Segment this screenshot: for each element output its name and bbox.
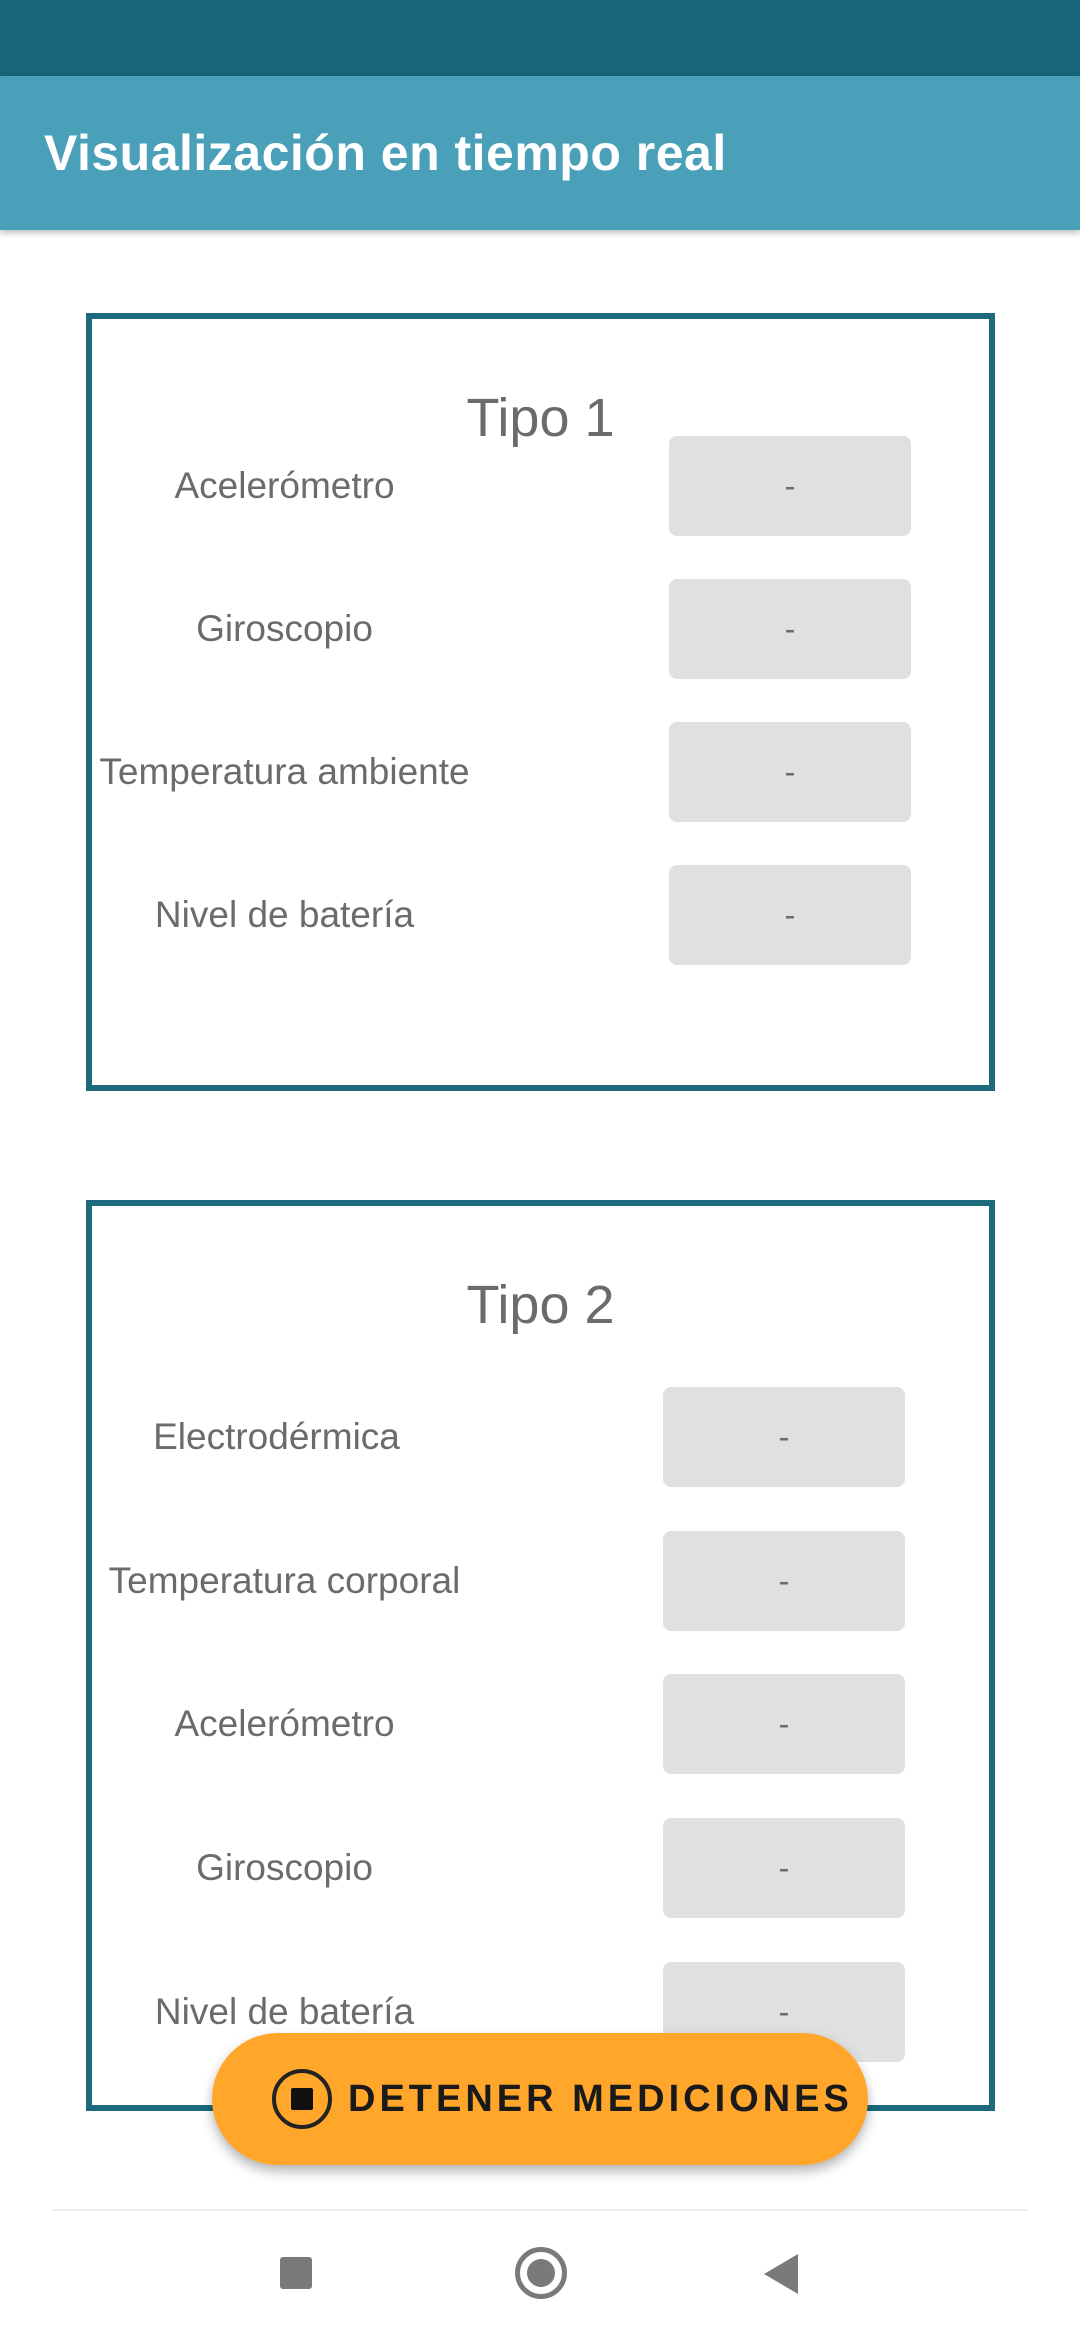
sensor-value: -	[669, 579, 911, 679]
card-title: Tipo 2	[466, 1275, 615, 1335]
sensor-value: -	[663, 1674, 905, 1774]
back-icon[interactable]	[764, 2254, 798, 2294]
app-bar: Visualización en tiempo real	[0, 76, 1080, 230]
sensor-row-temperatura-ambiente: Temperatura ambiente -	[92, 722, 989, 822]
sensor-row-nivel-bateria: Nivel de batería -	[92, 865, 989, 965]
sensor-value: -	[663, 1531, 905, 1631]
sensor-value: -	[663, 1818, 905, 1918]
sensor-value: -	[663, 1387, 905, 1487]
nav-divider	[52, 2209, 1028, 2211]
status-bar	[0, 0, 1080, 76]
sensor-value: -	[669, 865, 911, 965]
home-icon[interactable]	[515, 2247, 567, 2299]
stop-measurements-label: DETENER MEDICIONES	[348, 2078, 853, 2120]
stop-circle-icon	[272, 2069, 332, 2129]
recents-icon[interactable]	[280, 2257, 312, 2289]
sensor-row-temperatura-corporal: Temperatura corporal -	[92, 1531, 989, 1631]
sensor-row-acelerometro: Acelerómetro -	[92, 436, 989, 536]
stop-measurements-button[interactable]: DETENER MEDICIONES	[212, 2033, 868, 2165]
sensor-label: Acelerómetro	[174, 465, 395, 506]
sensor-label: Giroscopio	[196, 1847, 373, 1888]
sensor-label: Acelerómetro	[174, 1703, 395, 1744]
page-title: Visualización en tiempo real	[44, 125, 727, 181]
sensor-label: Temperatura corporal	[108, 1560, 461, 1601]
card-tipo-1: Tipo 1 Acelerómetro - Giroscopio - Tempe…	[86, 313, 995, 1091]
card-tipo-2: Tipo 2 Electrodérmica - Temperatura corp…	[86, 1200, 995, 2111]
sensor-row-giroscopio: Giroscopio -	[92, 579, 989, 679]
sensor-row-giroscopio: Giroscopio -	[92, 1818, 989, 1918]
sensor-value: -	[669, 722, 911, 822]
sensor-label: Electrodérmica	[153, 1416, 400, 1457]
sensor-label: Temperatura ambiente	[99, 751, 470, 792]
sensor-row-electrodermica: Electrodérmica -	[92, 1387, 989, 1487]
sensor-label: Giroscopio	[196, 608, 373, 649]
sensor-value: -	[669, 436, 911, 536]
sensor-row-acelerometro: Acelerómetro -	[92, 1674, 989, 1774]
sensor-label: Nivel de batería	[154, 894, 415, 935]
